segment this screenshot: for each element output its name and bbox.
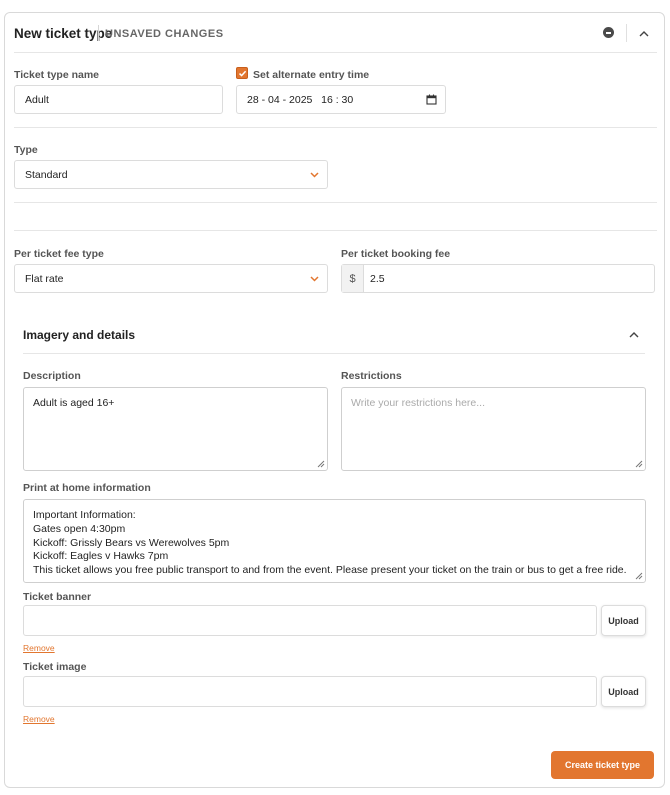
alternate-entry-datetime[interactable]: 28 - 04 - 2025 16 : 30: [236, 85, 446, 114]
alternate-entry-label: Set alternate entry time: [253, 69, 370, 81]
header-separator: [98, 25, 99, 41]
resize-handle-icon[interactable]: [635, 572, 643, 580]
section-divider: [14, 127, 657, 128]
print-info-line: Important Information:: [33, 509, 136, 521]
ticket-banner-file-input[interactable]: [23, 605, 597, 636]
ticket-banner-label: Ticket banner: [23, 591, 92, 603]
fee-type-value: Flat rate: [25, 272, 64, 285]
restrictions-textarea[interactable]: Write your restrictions here...: [341, 387, 646, 471]
chevron-up-icon: [629, 331, 639, 337]
ticket-image-label: Ticket image: [23, 661, 87, 673]
create-ticket-type-button[interactable]: Create ticket type: [551, 751, 654, 779]
collapse-card-button[interactable]: [638, 27, 650, 39]
description-label: Description: [23, 370, 81, 382]
ticket-banner-remove-link[interactable]: Remove: [23, 643, 55, 653]
resize-handle-icon[interactable]: [317, 460, 325, 468]
booking-fee-value: 2.5: [370, 272, 385, 285]
calendar-icon[interactable]: [426, 94, 437, 105]
header-divider-line: [14, 52, 657, 53]
ticket-banner-upload-button[interactable]: Upload: [601, 605, 646, 636]
alternate-entry-checkbox[interactable]: [236, 67, 248, 79]
booking-fee-label: Per ticket booking fee: [341, 248, 451, 260]
print-info-line: Gates open 4:30pm: [33, 522, 126, 535]
check-icon: [238, 70, 246, 77]
type-label: Type: [14, 144, 38, 156]
ticket-name-label: Ticket type name: [14, 69, 100, 81]
ticket-image-file-input[interactable]: [23, 676, 597, 707]
print-info-label: Print at home information: [23, 482, 151, 494]
section-divider: [14, 230, 657, 231]
currency-prefix: $: [342, 265, 364, 292]
print-info-line: Kickoff: Grissly Bears vs Werewolves 5pm: [33, 536, 230, 549]
ticket-name-input[interactable]: Adult: [14, 85, 223, 114]
collapse-imagery-button[interactable]: [628, 328, 640, 340]
print-info-line: This ticket allows you free public trans…: [33, 564, 627, 577]
description-textarea[interactable]: Adult is aged 16+: [23, 387, 328, 471]
unsaved-status: UNSAVED CHANGES: [105, 28, 224, 40]
restrictions-placeholder: Write your restrictions here...: [351, 397, 486, 409]
datetime-value: 28 - 04 - 2025 16 : 30: [247, 93, 354, 106]
imagery-divider: [23, 353, 645, 354]
description-value: Adult is aged 16+: [33, 397, 115, 409]
chevron-down-icon: [310, 275, 319, 282]
ticket-type-card: New ticket type UNSAVED CHANGES Ticket t…: [4, 12, 665, 788]
section-divider: [14, 202, 657, 203]
fee-type-label: Per ticket fee type: [14, 248, 104, 260]
print-info-line: Kickoff: Eagles v Hawks 7pm: [33, 550, 169, 563]
header-divider: [626, 24, 627, 42]
chevron-up-icon: [639, 30, 649, 36]
resize-handle-icon[interactable]: [635, 460, 643, 468]
type-value: Standard: [25, 168, 68, 181]
restrictions-label: Restrictions: [341, 370, 402, 382]
ticket-image-upload-button[interactable]: Upload: [601, 676, 646, 707]
remove-circle-icon[interactable]: [603, 27, 614, 38]
booking-fee-input[interactable]: $ 2.5: [341, 264, 655, 293]
ticket-image-remove-link[interactable]: Remove: [23, 714, 55, 724]
fee-type-select[interactable]: Flat rate: [14, 264, 328, 293]
imagery-section-title: Imagery and details: [23, 328, 136, 342]
print-info-textarea[interactable]: Important Information: Gates open 4:30pm…: [23, 499, 646, 583]
type-select[interactable]: Standard: [14, 160, 328, 189]
chevron-down-icon: [310, 171, 319, 178]
